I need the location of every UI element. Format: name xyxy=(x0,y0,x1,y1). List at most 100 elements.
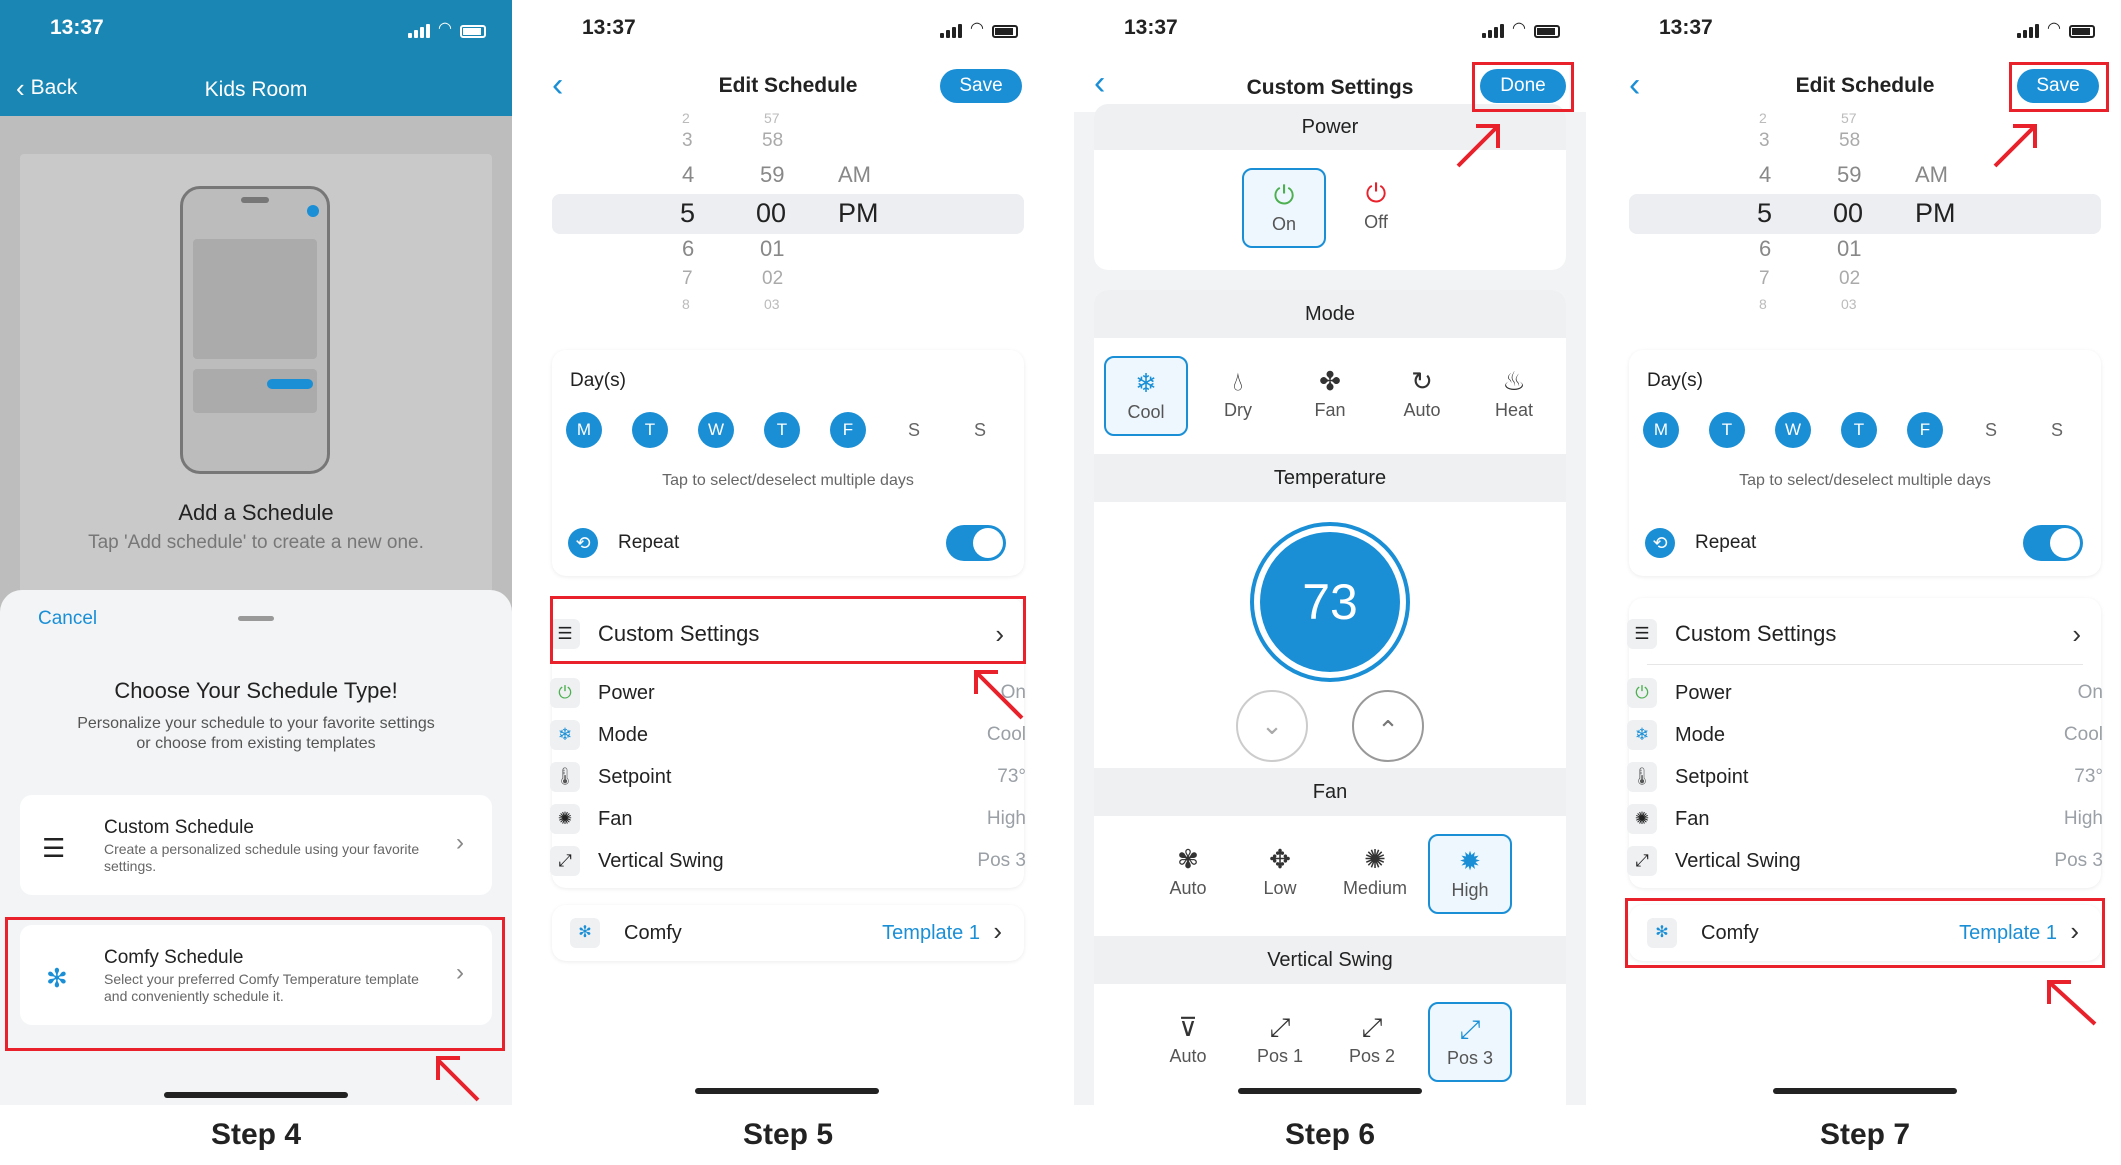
ampm-option[interactable]: AM xyxy=(1915,162,1948,188)
hour-option[interactable]: 4 xyxy=(1759,162,1771,188)
swing-pos3-option[interactable]: ⤢ Pos 3 xyxy=(1428,1002,1512,1082)
battery-icon xyxy=(2069,25,2095,38)
custom-settings-row[interactable]: ☰ Custom Settings › xyxy=(1609,613,2121,655)
save-button[interactable]: Save xyxy=(940,69,1022,103)
day-sunday[interactable]: S xyxy=(962,412,998,448)
repeat-toggle[interactable] xyxy=(946,525,1006,561)
hour-option[interactable]: 2 xyxy=(1759,110,1767,126)
power-off-label: Off xyxy=(1364,212,1388,232)
hour-selected[interactable]: 5 xyxy=(1757,198,1772,229)
mode-fan-option[interactable]: ✤ Fan xyxy=(1288,356,1372,436)
fan-high-option[interactable]: ✹ High xyxy=(1428,834,1512,914)
hour-option[interactable]: 6 xyxy=(1759,236,1771,262)
minute-option[interactable]: 01 xyxy=(760,236,784,262)
minute-option[interactable]: 03 xyxy=(1841,296,1857,312)
temperature-title: Temperature xyxy=(1094,454,1566,502)
swing-pos1-option[interactable]: ⤢ Pos 1 xyxy=(1238,1002,1322,1082)
hour-option[interactable]: 8 xyxy=(1759,296,1767,312)
minute-option[interactable]: 59 xyxy=(1837,162,1861,188)
day-friday[interactable]: F xyxy=(1907,412,1943,448)
repeat-icon: ⟲ xyxy=(568,528,598,558)
repeat-toggle[interactable] xyxy=(2023,525,2083,561)
mode-label: Auto xyxy=(1403,400,1441,420)
day-thursday[interactable]: T xyxy=(764,412,800,448)
status-time: 13:37 xyxy=(1659,16,1713,39)
power-off-option[interactable]: ⏻ Off xyxy=(1334,168,1418,248)
cancel-button[interactable]: Cancel xyxy=(38,608,97,630)
minute-option[interactable]: 57 xyxy=(1841,110,1857,126)
home-indicator xyxy=(1773,1088,1957,1094)
hour-option[interactable]: 3 xyxy=(1759,130,1770,152)
swing-auto-option[interactable]: ⊽ Auto xyxy=(1146,1002,1230,1082)
ampm-selected[interactable]: PM xyxy=(1915,198,1956,229)
minute-option[interactable]: 02 xyxy=(1839,268,1860,290)
day-sunday[interactable]: S xyxy=(2039,412,2075,448)
droplet-icon: 💧︎ xyxy=(1232,366,1244,396)
setting-value: High xyxy=(986,808,1026,829)
battery-icon xyxy=(992,25,1018,38)
day-saturday[interactable]: S xyxy=(1973,412,2009,448)
day-tuesday[interactable]: T xyxy=(632,412,668,448)
hour-option[interactable]: 4 xyxy=(682,162,694,188)
swing-pos2-option[interactable]: ⤢ Pos 2 xyxy=(1330,1002,1414,1082)
minute-option[interactable]: 58 xyxy=(1839,130,1860,152)
thermometer-icon: 🌡 xyxy=(550,762,580,792)
day-wednesday[interactable]: W xyxy=(698,412,734,448)
mode-heat-option[interactable]: ♨ Heat xyxy=(1472,356,1556,436)
swing-title: Vertical Swing xyxy=(1094,936,1566,984)
temperature-dial: 73 xyxy=(1250,522,1410,682)
ampm-selected[interactable]: PM xyxy=(838,198,879,229)
temp-down-button[interactable]: ⌄ xyxy=(1236,690,1308,762)
setting-value: Cool xyxy=(2063,724,2103,745)
custom-schedule-option[interactable]: ☰ Custom Schedule Create a personalized … xyxy=(20,795,492,895)
chevron-up-icon: ⌃ xyxy=(1377,715,1399,745)
minute-option[interactable]: 03 xyxy=(764,296,780,312)
option-title: Custom Schedule xyxy=(104,817,254,838)
picker-selection xyxy=(1629,194,2101,234)
day-monday[interactable]: M xyxy=(1643,412,1679,448)
fan-medium-option[interactable]: ✺ Medium xyxy=(1330,834,1420,914)
step7-screen: 13:37 ◠ ‹ Edit Schedule Save 2 3 4 5 6 7… xyxy=(1609,0,2121,1105)
hour-option[interactable]: 7 xyxy=(682,268,693,290)
minute-option[interactable]: 57 xyxy=(764,110,780,126)
setting-row-setpoint: 🌡 Setpoint 73° xyxy=(532,756,1044,798)
mode-dry-option[interactable]: 💧︎ Dry xyxy=(1196,356,1280,436)
swing-pos2-icon: ⤢ xyxy=(1361,1012,1383,1042)
hour-option[interactable]: 8 xyxy=(682,296,690,312)
day-thursday[interactable]: T xyxy=(1841,412,1877,448)
hour-option[interactable]: 7 xyxy=(1759,268,1770,290)
fan-auto-option[interactable]: ✾ Auto xyxy=(1146,834,1230,914)
mode-auto-option[interactable]: ↻ Auto xyxy=(1380,356,1464,436)
day-saturday[interactable]: S xyxy=(896,412,932,448)
minute-selected[interactable]: 00 xyxy=(756,198,786,229)
minute-selected[interactable]: 00 xyxy=(1833,198,1863,229)
sheet-handle[interactable] xyxy=(238,616,274,621)
fan-low-option[interactable]: ✥ Low xyxy=(1238,834,1322,914)
hour-selected[interactable]: 5 xyxy=(680,198,695,229)
comfy-label: Comfy xyxy=(624,922,682,944)
highlight-box xyxy=(2009,62,2109,112)
hour-option[interactable]: 2 xyxy=(682,110,690,126)
minute-option[interactable]: 59 xyxy=(760,162,784,188)
minute-option[interactable]: 02 xyxy=(762,268,783,290)
chevron-right-icon: › xyxy=(993,916,1002,946)
hour-option[interactable]: 6 xyxy=(682,236,694,262)
day-friday[interactable]: F xyxy=(830,412,866,448)
swing-icon: ⤢ xyxy=(550,846,580,876)
power-on-label: On xyxy=(1271,214,1296,234)
minute-option[interactable]: 01 xyxy=(1837,236,1861,262)
status-time: 13:37 xyxy=(1124,16,1178,39)
list-settings-icon: ☰ xyxy=(1627,619,1657,649)
day-tuesday[interactable]: T xyxy=(1709,412,1745,448)
ampm-option[interactable]: AM xyxy=(838,162,871,188)
day-monday[interactable]: M xyxy=(566,412,602,448)
hour-option[interactable]: 3 xyxy=(682,130,693,152)
minute-option[interactable]: 58 xyxy=(762,130,783,152)
time-picker[interactable]: 2 3 4 5 6 7 8 57 58 59 00 01 02 03 AM PM xyxy=(552,108,1024,318)
power-on-option[interactable]: ⏻ On xyxy=(1242,168,1326,248)
step4-screen: 13:37 ◠ ‹ Back Kids Room Add a Schedule T… xyxy=(0,0,512,1105)
mode-cool-option[interactable]: ❄ Cool xyxy=(1104,356,1188,436)
day-wednesday[interactable]: W xyxy=(1775,412,1811,448)
temp-up-button[interactable]: ⌃ xyxy=(1352,690,1424,762)
template-value[interactable]: Template 1 xyxy=(882,922,980,945)
